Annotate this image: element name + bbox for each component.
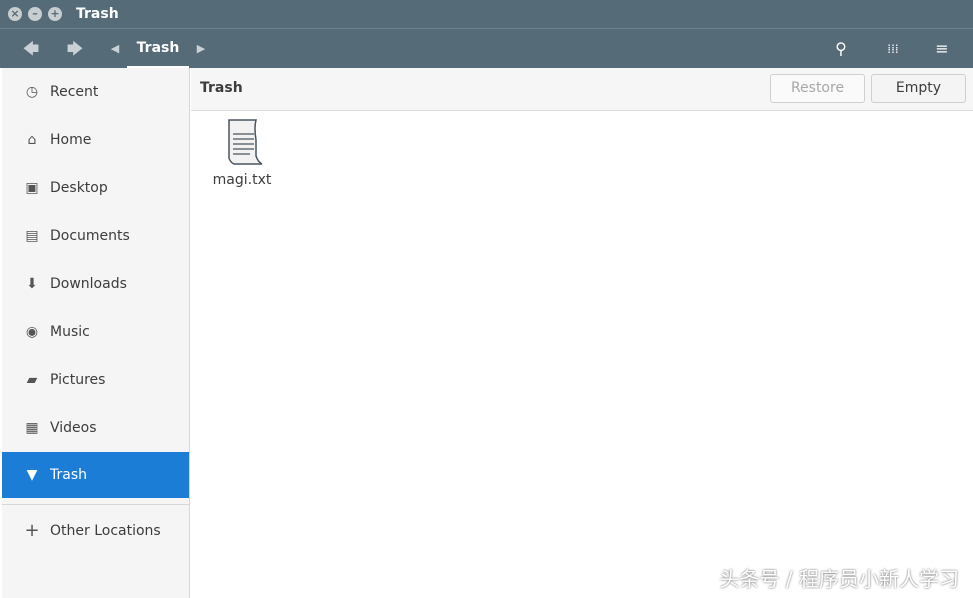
chevron-right-icon[interactable]: ▶ xyxy=(186,29,216,69)
file-name: magi.txt xyxy=(206,172,278,188)
sidebar-item-recent[interactable]: ◷ Recent xyxy=(2,68,189,116)
chevron-left-icon[interactable]: ◀ xyxy=(100,29,130,69)
sidebar-divider xyxy=(2,504,189,505)
sidebar-item-videos[interactable]: ▦ Videos xyxy=(2,404,189,452)
sidebar-item-documents[interactable]: ▤ Documents xyxy=(2,212,189,260)
window-title: Trash xyxy=(76,6,119,22)
sidebar-item-other-locations[interactable]: + Other Locations xyxy=(2,509,189,553)
pictures-icon: ▰ xyxy=(24,372,40,388)
sidebar-item-label: Home xyxy=(50,132,91,148)
sidebar-item-label: Other Locations xyxy=(50,523,161,539)
recent-icon: ◷ xyxy=(24,84,40,100)
sidebar-item-pictures[interactable]: ▰ Pictures xyxy=(2,356,189,404)
sidebar-item-label: Recent xyxy=(50,84,98,100)
breadcrumb-trash[interactable]: Trash xyxy=(127,29,189,69)
desktop-icon: ▣ xyxy=(24,180,40,196)
text-file-icon xyxy=(220,118,264,166)
back-icon[interactable]: 🡄 xyxy=(16,29,46,69)
sidebar-item-label: Videos xyxy=(50,420,97,436)
minimize-window-button[interactable]: – xyxy=(28,7,42,21)
sidebar-item-label: Documents xyxy=(50,228,130,244)
menu-icon[interactable]: ≡ xyxy=(927,29,957,69)
documents-icon: ▤ xyxy=(24,228,40,244)
maximize-window-button[interactable]: + xyxy=(48,7,62,21)
sidebar-item-label: Trash xyxy=(50,467,87,483)
watermark: 头条号 / 程序员小新人学习 xyxy=(720,563,959,592)
search-icon[interactable]: ⚲ xyxy=(826,29,856,69)
downloads-icon: ⬇ xyxy=(24,276,40,292)
home-icon: ⌂ xyxy=(24,132,40,148)
restore-button[interactable]: Restore xyxy=(770,74,865,103)
title-bar: × – + Trash xyxy=(0,0,973,28)
videos-icon: ▦ xyxy=(24,420,40,436)
header-bar: 🡄 🡆 ◀ Trash ▶ ⚲ ⁞⁞⁞ ≡ xyxy=(0,28,973,68)
trash-bar-label: Trash xyxy=(200,80,243,96)
grid-view-icon[interactable]: ⁞⁞⁞ xyxy=(878,29,908,69)
music-icon: ◉ xyxy=(24,324,40,340)
empty-button[interactable]: Empty xyxy=(871,74,966,103)
sidebar-item-music[interactable]: ◉ Music xyxy=(2,308,189,356)
sidebar-item-label: Music xyxy=(50,324,90,340)
plus-icon: + xyxy=(24,523,40,539)
forward-icon[interactable]: 🡆 xyxy=(60,29,90,69)
sidebar-item-trash[interactable]: ▼ Trash xyxy=(2,452,189,498)
sidebar-item-downloads[interactable]: ⬇ Downloads xyxy=(2,260,189,308)
close-window-button[interactable]: × xyxy=(8,7,22,21)
trash-icon: ▼ xyxy=(24,467,40,483)
sidebar-item-label: Downloads xyxy=(50,276,127,292)
sidebar-item-home[interactable]: ⌂ Home xyxy=(2,116,189,164)
file-item[interactable]: magi.txt xyxy=(206,118,278,188)
sidebar-item-label: Pictures xyxy=(50,372,105,388)
sidebar-item-label: Desktop xyxy=(50,180,108,196)
trash-action-bar: Trash Restore Empty xyxy=(191,68,973,111)
sidebar-item-desktop[interactable]: ▣ Desktop xyxy=(2,164,189,212)
sidebar: ◷ Recent ⌂ Home ▣ Desktop ▤ Documents ⬇ Downl… xyxy=(2,68,190,598)
